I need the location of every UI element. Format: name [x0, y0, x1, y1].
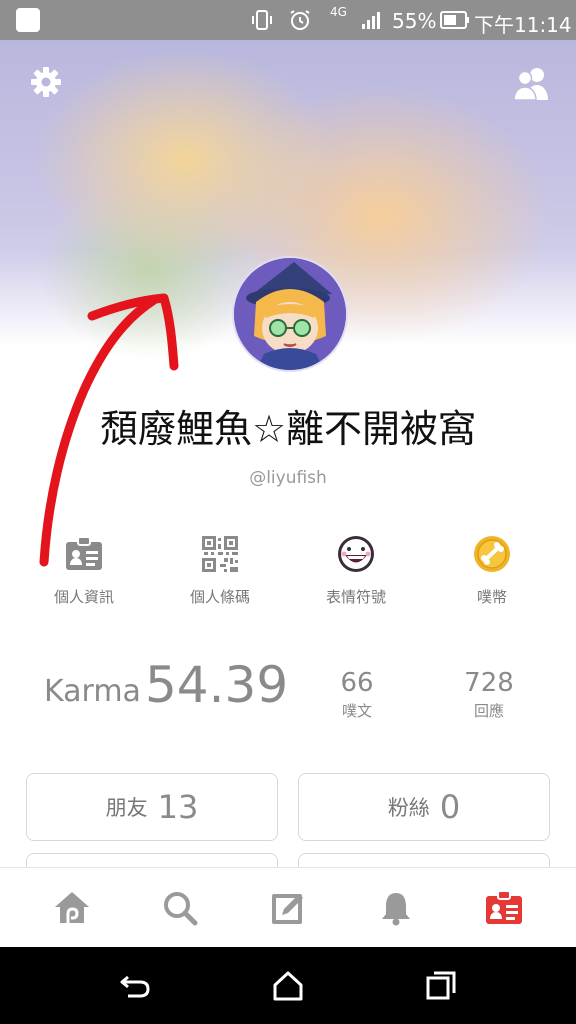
friends-count: 13: [157, 788, 199, 826]
username: @liyufish: [249, 468, 327, 488]
battery-percent: 55%: [392, 9, 437, 33]
fans-count: 0: [439, 788, 461, 826]
posts-count: 66: [340, 668, 374, 698]
recent-apps-icon[interactable]: [424, 969, 458, 1003]
emoji-icon: [336, 534, 376, 574]
quick-action-label: 表情符號: [325, 588, 386, 606]
coin-icon: [472, 534, 512, 574]
system-nav-bar: [0, 947, 576, 1024]
posts-stat[interactable]: 66 噗文: [297, 668, 417, 721]
qr-code-icon: [200, 534, 240, 574]
friends-icon[interactable]: [512, 66, 552, 102]
display-name: 頹廢鯉魚☆離不開被窩: [99, 407, 477, 451]
alarm-icon: [288, 8, 312, 32]
fans-card-button[interactable]: 粉絲 0: [298, 773, 550, 841]
status-bar: 4G 55% 下午11:14: [0, 0, 576, 40]
quick-action-label: 噗幣: [476, 588, 507, 606]
replies-stat[interactable]: 728 回應: [429, 668, 549, 721]
settings-gear-icon[interactable]: [28, 64, 64, 100]
home-nav-icon[interactable]: [271, 969, 305, 1003]
replies-label: 回應: [473, 702, 504, 720]
home-icon[interactable]: [52, 888, 92, 928]
quick-action-emoji[interactable]: 表情符號: [286, 534, 426, 607]
quick-action-label: 個人資訊: [53, 588, 114, 606]
back-icon[interactable]: [118, 969, 152, 1003]
network-type: 4G: [330, 5, 347, 19]
bottom-tab-bar: [0, 867, 576, 948]
friends-label: 朋友: [105, 796, 148, 820]
clock: 下午11:14: [474, 13, 572, 37]
friends-card-button[interactable]: 朋友 13: [26, 773, 278, 841]
profile-card-icon: [64, 534, 104, 574]
avatar[interactable]: [232, 256, 348, 372]
quick-action-profile-info[interactable]: 個人資訊: [14, 534, 154, 607]
search-icon[interactable]: [160, 888, 200, 928]
app-notification-icon: [16, 8, 40, 32]
fans-label: 粉絲: [387, 796, 430, 820]
posts-label: 噗文: [341, 702, 372, 720]
compose-icon[interactable]: [268, 888, 308, 928]
quick-action-label: 個人條碼: [189, 588, 250, 606]
karma-label: Karma: [44, 674, 141, 709]
vibrate-icon: [250, 8, 274, 32]
profile-card-icon[interactable]: [484, 888, 524, 928]
signal-icon: [360, 8, 384, 32]
battery-icon: [440, 11, 470, 29]
karma-value: 54.39: [145, 656, 289, 714]
notification-bell-icon[interactable]: [376, 888, 416, 928]
quick-action-qr-code[interactable]: 個人條碼: [150, 534, 290, 607]
replies-count: 728: [464, 668, 514, 698]
quick-action-coins[interactable]: 噗幣: [422, 534, 562, 607]
